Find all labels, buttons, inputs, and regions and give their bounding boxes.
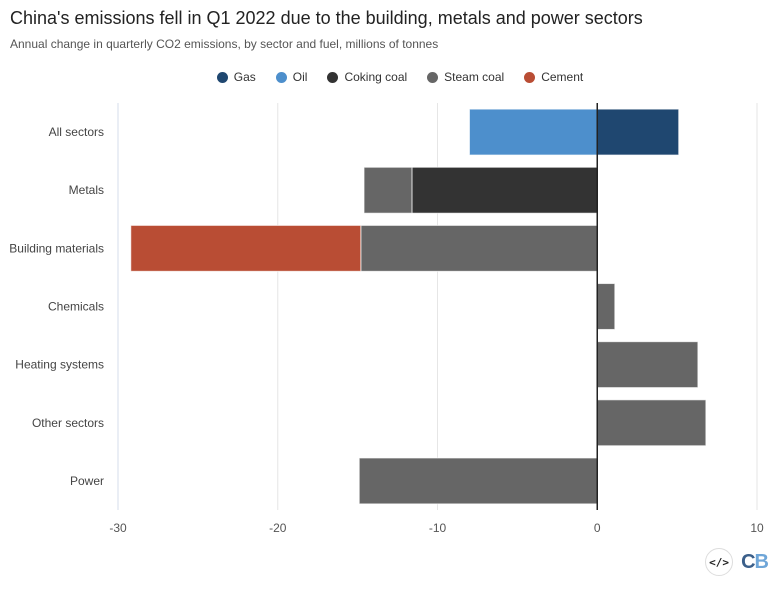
bar-steam-coal [360, 224, 598, 272]
x-tick-label: -10 [429, 521, 447, 535]
x-tick-label: 10 [750, 521, 764, 535]
bar-steam-coal [596, 341, 699, 389]
bar-oil [468, 108, 598, 156]
bar-steam-coal [596, 399, 707, 447]
bar-steam-coal [596, 283, 616, 330]
bar-gas [596, 108, 680, 156]
bar-cement [130, 224, 362, 272]
bar-steam-coal [358, 457, 598, 505]
bar-coking-coal [411, 166, 598, 214]
category-label: Other sectors [32, 416, 104, 430]
footer: </> CB [705, 548, 769, 576]
category-label: Metals [69, 183, 104, 197]
x-tick-label: 0 [594, 521, 601, 535]
category-label: All sectors [49, 125, 104, 139]
carbon-brief-logo: CB [741, 550, 769, 573]
bar-steam-coal [363, 166, 413, 214]
bar-chart: -30 -20 -10 0 10 All sectors Metals Building ma… [9, 103, 764, 535]
category-label: Heating systems [15, 358, 104, 372]
embed-code-icon[interactable]: </> [705, 548, 734, 576]
x-tick-label: -20 [269, 521, 287, 535]
x-tick-label: -30 [109, 521, 127, 535]
category-label: Chemicals [48, 300, 104, 314]
category-label: Building materials [9, 241, 104, 255]
category-label: Power [70, 474, 104, 488]
